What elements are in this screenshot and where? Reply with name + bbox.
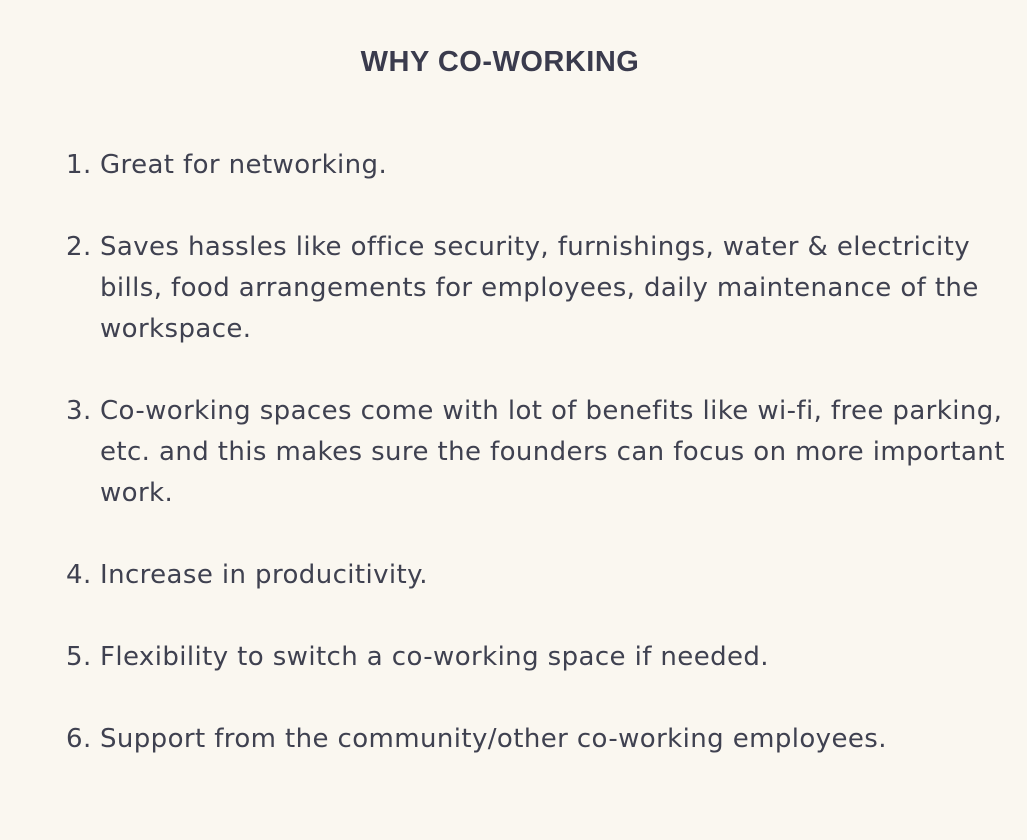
list-item: 3. Co-working spaces come with lot of be… — [66, 391, 1011, 514]
list-item-number: 1. — [66, 150, 92, 180]
list-item-text: Great for networking. — [100, 150, 388, 180]
list-item-text: Saves hassles like office security, furn… — [100, 232, 979, 344]
list-item-number: 3. — [66, 396, 92, 426]
list-item-text: Co-working spaces come with lot of benef… — [100, 396, 1005, 508]
list-item-text: Flexibility to switch a co-working space… — [100, 642, 769, 672]
benefits-list: 1. Great for networking. 2. Saves hassle… — [66, 145, 1011, 801]
list-item: 4. Increase in producitivity. — [66, 555, 1011, 596]
page-title: WHY CO-WORKING — [360, 46, 640, 78]
list-item-number: 4. — [66, 560, 92, 590]
list-item-number: 2. — [66, 232, 92, 262]
list-item: 5. Flexibility to switch a co-working sp… — [66, 637, 1011, 678]
page: WHY CO-WORKING 1. Great for networking. … — [0, 0, 1027, 840]
list-item: 2. Saves hassles like office security, f… — [66, 227, 1011, 350]
list-item-number: 5. — [66, 642, 92, 672]
list-item-number: 6. — [66, 724, 92, 754]
list-item-text: Increase in producitivity. — [100, 560, 428, 590]
list-item-text: Support from the community/other co-work… — [100, 724, 887, 754]
list-item: 6. Support from the community/other co-w… — [66, 719, 1011, 760]
list-item: 1. Great for networking. — [66, 145, 1011, 186]
